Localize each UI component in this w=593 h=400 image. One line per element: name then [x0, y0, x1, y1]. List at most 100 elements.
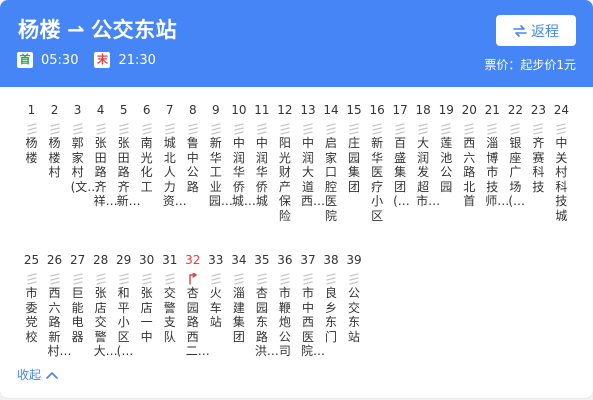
stop-item[interactable]: 13 中润大道西…	[296, 87, 325, 209]
stop-item[interactable]: 23 齐赛科技	[527, 87, 550, 194]
stop-item[interactable]: 18 大润发超市…	[412, 87, 441, 209]
direction-arrows-icon	[349, 122, 359, 136]
collapse-label: 收起	[17, 368, 42, 382]
direction-arrows-icon	[487, 122, 497, 136]
stop-item[interactable]: 8 鲁中公路	[181, 87, 204, 194]
stop-item[interactable]: 30 张店一中	[135, 237, 158, 344]
stop-item[interactable]: 3 郭家村(文…	[66, 87, 100, 194]
stop-name: 良乡东门	[325, 286, 338, 344]
return-trip-button[interactable]: 返程	[496, 15, 576, 46]
direction-arrows-icon	[211, 122, 221, 136]
direction-arrows-icon	[556, 122, 567, 136]
stop-item[interactable]: 15 庄园集团	[343, 87, 366, 194]
last-bus-tag: 末	[94, 52, 111, 68]
stop-number: 32	[185, 253, 201, 267]
stop-name: 新华工业园…	[208, 136, 233, 209]
stop-item[interactable]: 1 杨楼	[20, 87, 43, 165]
stop-number: 26	[46, 253, 63, 267]
chevron-up-icon	[46, 371, 58, 379]
stop-item[interactable]: 27 巨能电器	[66, 237, 89, 344]
stop-name: 齐赛科技	[532, 136, 545, 194]
stop-item[interactable]: 35 杏园东路洪…	[250, 237, 279, 359]
last-bus-time: 21:30	[118, 52, 156, 68]
stop-name: 市鞭炮公司	[278, 286, 291, 359]
stop-item[interactable]: 37 市中西医院…	[296, 237, 325, 359]
stop-item[interactable]: 22 银座广场(…	[504, 87, 527, 209]
stop-item[interactable]: 33 火车站	[204, 237, 227, 330]
stop-number: 9	[211, 103, 220, 117]
stop-item[interactable]: 32 杏园路西二…	[181, 237, 210, 359]
stop-number: 10	[231, 103, 247, 117]
stop-item[interactable]: 38 良乡东门	[320, 237, 343, 344]
stop-item[interactable]: 39 公交东站	[343, 237, 366, 344]
stop-item[interactable]: 20 西六路北首	[458, 87, 481, 209]
collapse-button[interactable]: 收起	[17, 366, 58, 383]
stop-name: 启家口腔医院	[325, 136, 338, 223]
stop-name: 火车站	[209, 286, 222, 330]
stop-number: 25	[23, 253, 40, 267]
stop-item[interactable]: 9 新华工业园…	[204, 87, 233, 209]
stop-item[interactable]: 14 启家口腔医院	[320, 87, 343, 224]
stop-name: 新华医疗小区	[371, 136, 384, 223]
direction-arrows-icon	[280, 272, 290, 286]
stop-number: 28	[92, 253, 109, 267]
stop-name: 张田路齐新…	[116, 136, 141, 209]
stop-item[interactable]: 34 淄建集团	[227, 237, 250, 344]
stop-name: 淄博市技师…	[485, 136, 510, 209]
stop-item[interactable]: 6 南光化工	[135, 87, 158, 194]
stop-number: 37	[300, 253, 316, 267]
stop-name: 鲁中公路	[186, 136, 199, 194]
stop-item[interactable]: 2 杨楼村	[43, 87, 66, 180]
stop-name: 张店一中	[140, 286, 153, 344]
stop-number: 5	[119, 103, 128, 117]
stop-item[interactable]: 36 市鞭炮公司	[273, 237, 296, 359]
direction-arrows-icon	[372, 122, 382, 136]
direction-arrows-icon	[234, 122, 244, 136]
stop-name: 银座广场(…	[508, 136, 526, 209]
stop-item[interactable]: 24 中关村科技城	[550, 87, 573, 224]
stop-name: 巨能电器	[71, 286, 84, 344]
stop-item[interactable]: 4 张田路齐祥…	[89, 87, 118, 209]
direction-arrows-icon	[188, 122, 198, 136]
direction-arrows-icon	[26, 122, 37, 136]
fare-info: 票价：起步价1元	[484, 58, 576, 72]
stop-name: 大润发超市…	[416, 136, 441, 209]
stop-item[interactable]: 29 和平小区(…	[112, 237, 135, 359]
stop-item[interactable]: 5 张田路齐新…	[112, 87, 141, 209]
stop-number: 15	[346, 103, 362, 117]
direction-arrows-icon	[257, 122, 267, 136]
stop-name: 杨楼	[25, 136, 38, 165]
first-bus-time: 05:30	[41, 52, 79, 68]
direction-arrows-icon	[165, 272, 175, 286]
direction-arrows-icon	[49, 272, 60, 286]
stop-item[interactable]: 21 淄博市技师…	[481, 87, 510, 209]
direction-arrows-icon	[303, 122, 313, 136]
stop-item[interactable]: 31 交警支队	[158, 237, 181, 344]
stop-item[interactable]: 16 新华医疗小区	[366, 87, 389, 224]
stop-number: 7	[165, 103, 174, 117]
stop-item[interactable]: 17 百盛集团(…	[389, 87, 412, 209]
stop-number: 24	[553, 103, 570, 117]
direction-arrows-icon	[257, 272, 267, 286]
stop-number: 19	[438, 103, 454, 117]
stop-name: 公交东站	[348, 286, 361, 344]
swap-icon	[513, 24, 527, 37]
stop-item[interactable]: 28 张店交警大…	[89, 237, 118, 359]
stop-item[interactable]: 19 莲池公园	[435, 87, 458, 194]
stop-number: 33	[208, 253, 224, 267]
direction-arrows-icon	[533, 122, 544, 136]
direction-arrows-icon	[441, 122, 451, 136]
direction-arrows-icon	[95, 122, 106, 136]
stop-item[interactable]: 12 阳光财产保险	[273, 87, 296, 224]
stop-name: 中润华侨城	[255, 136, 268, 209]
direction-arrows-icon	[72, 122, 83, 136]
stop-item[interactable]: 11 中润华侨城	[250, 87, 273, 209]
stop-name: 南光化工	[140, 136, 153, 194]
stop-item[interactable]: 10 中润华侨城…	[227, 87, 256, 209]
stop-item[interactable]: 26 西六路新村…	[43, 237, 72, 359]
stop-item[interactable]: 7 城北人力资…	[158, 87, 187, 209]
stop-item[interactable]: 25 市委党校	[20, 237, 43, 344]
stop-name: 城北人力资…	[162, 136, 187, 209]
stop-number: 39	[346, 253, 362, 267]
direction-arrows-icon	[118, 122, 129, 136]
